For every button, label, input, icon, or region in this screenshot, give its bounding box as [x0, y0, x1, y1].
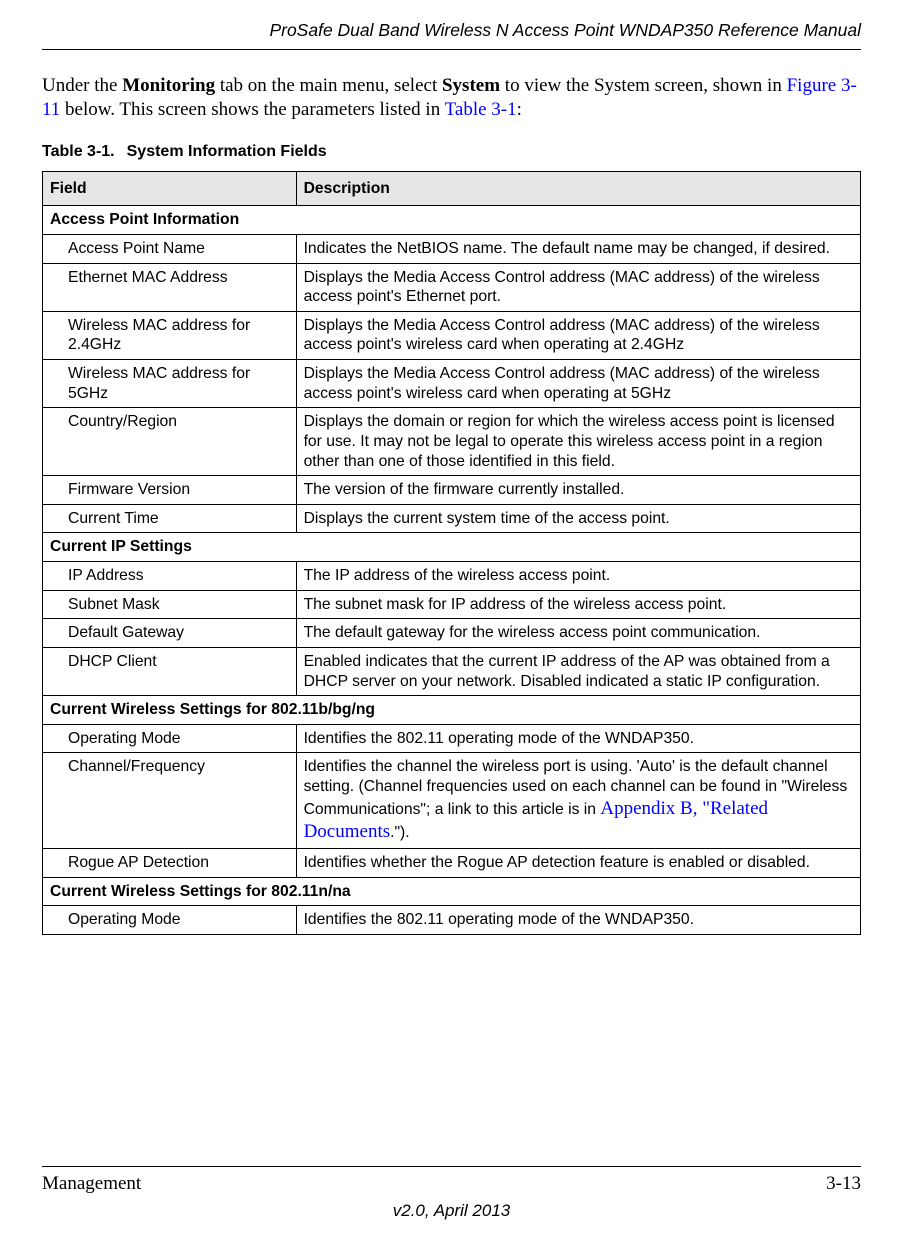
table-row: Operating ModeIdentifies the 802.11 oper…: [43, 906, 861, 935]
field-name: Access Point Name: [43, 234, 297, 263]
field-desc: Indicates the NetBIOS name. The default …: [296, 234, 860, 263]
intro-text: to view the System screen, shown in: [500, 75, 787, 96]
field-desc: Enabled indicates that the current IP ad…: [296, 647, 860, 695]
field-name: IP Address: [43, 562, 297, 591]
intro-bold-system: System: [442, 75, 500, 96]
intro-bold-monitoring: Monitoring: [122, 75, 215, 96]
table-row: Wireless MAC address for 2.4GHzDisplays …: [43, 311, 861, 359]
table-row: Country/RegionDisplays the domain or reg…: [43, 408, 861, 476]
system-info-table: Field Description Access Point Informati…: [42, 171, 861, 935]
intro-text: below. This screen shows the parameters …: [60, 99, 444, 120]
field-name: Channel/Frequency: [43, 753, 297, 849]
field-desc: Identifies the 802.11 operating mode of …: [296, 724, 860, 753]
intro-text: tab on the main menu, select: [215, 75, 442, 96]
field-name: Wireless MAC address for 2.4GHz: [43, 311, 297, 359]
field-desc: Identifies the channel the wireless port…: [296, 753, 860, 849]
field-desc: Identifies the 802.11 operating mode of …: [296, 906, 860, 935]
footer-section-name: Management: [42, 1173, 141, 1195]
field-name: DHCP Client: [43, 647, 297, 695]
table-caption: Table 3-1. System Information Fields: [42, 143, 861, 161]
table-row: Ethernet MAC AddressDisplays the Media A…: [43, 263, 861, 311]
page-footer: Management 3-13 v2.0, April 2013: [42, 1166, 861, 1221]
intro-paragraph: Under the Monitoring tab on the main men…: [42, 74, 861, 123]
field-desc: Displays the current system time of the …: [296, 504, 860, 533]
section-title: Access Point Information: [43, 206, 861, 235]
table-link[interactable]: Table 3-1: [445, 99, 517, 120]
table-row: Wireless MAC address for 5GHzDisplays th…: [43, 360, 861, 408]
table-row: Default GatewayThe default gateway for t…: [43, 619, 861, 648]
header-divider: [42, 49, 861, 50]
table-row: Access Point NameIndicates the NetBIOS n…: [43, 234, 861, 263]
table-header-row: Field Description: [43, 171, 861, 206]
field-name: Wireless MAC address for 5GHz: [43, 360, 297, 408]
col-header-description: Description: [296, 171, 860, 206]
footer-divider: [42, 1166, 861, 1167]
intro-text: :: [517, 99, 522, 120]
field-desc: Displays the Media Access Control addres…: [296, 360, 860, 408]
field-name: Firmware Version: [43, 476, 297, 505]
table-caption-number: Table 3-1.: [42, 143, 115, 160]
table-row: IP AddressThe IP address of the wireless…: [43, 562, 861, 591]
footer-page-number: 3-13: [826, 1173, 861, 1195]
document-header-title: ProSafe Dual Band Wireless N Access Poin…: [42, 20, 861, 41]
section-title: Current Wireless Settings for 802.11n/na: [43, 877, 861, 906]
field-desc: Displays the Media Access Control addres…: [296, 311, 860, 359]
field-name: Ethernet MAC Address: [43, 263, 297, 311]
table-row: Rogue AP DetectionIdentifies whether the…: [43, 849, 861, 878]
table-row: DHCP ClientEnabled indicates that the cu…: [43, 647, 861, 695]
footer-version: v2.0, April 2013: [42, 1201, 861, 1221]
section-row: Current IP Settings: [43, 533, 861, 562]
table-row: Subnet MaskThe subnet mask for IP addres…: [43, 590, 861, 619]
field-name: Rogue AP Detection: [43, 849, 297, 878]
section-title: Current Wireless Settings for 802.11b/bg…: [43, 696, 861, 725]
table-row: Firmware VersionThe version of the firmw…: [43, 476, 861, 505]
table-caption-title: System Information Fields: [127, 143, 327, 160]
field-desc: Identifies whether the Rogue AP detectio…: [296, 849, 860, 878]
field-desc: The IP address of the wireless access po…: [296, 562, 860, 591]
section-title: Current IP Settings: [43, 533, 861, 562]
field-desc: The version of the firmware currently in…: [296, 476, 860, 505]
section-row: Current Wireless Settings for 802.11n/na: [43, 877, 861, 906]
table-row: Channel/FrequencyIdentifies the channel …: [43, 753, 861, 849]
field-name: Operating Mode: [43, 906, 297, 935]
table-row: Current TimeDisplays the current system …: [43, 504, 861, 533]
table-row: Operating ModeIdentifies the 802.11 oper…: [43, 724, 861, 753]
field-desc: The default gateway for the wireless acc…: [296, 619, 860, 648]
section-row: Access Point Information: [43, 206, 861, 235]
field-desc: Displays the domain or region for which …: [296, 408, 860, 476]
field-name: Country/Region: [43, 408, 297, 476]
section-row: Current Wireless Settings for 802.11b/bg…: [43, 696, 861, 725]
field-name: Subnet Mask: [43, 590, 297, 619]
desc-text: .").: [390, 824, 410, 841]
field-name: Default Gateway: [43, 619, 297, 648]
field-name: Current Time: [43, 504, 297, 533]
field-desc: The subnet mask for IP address of the wi…: [296, 590, 860, 619]
col-header-field: Field: [43, 171, 297, 206]
field-name: Operating Mode: [43, 724, 297, 753]
intro-text: Under the: [42, 75, 122, 96]
field-desc: Displays the Media Access Control addres…: [296, 263, 860, 311]
